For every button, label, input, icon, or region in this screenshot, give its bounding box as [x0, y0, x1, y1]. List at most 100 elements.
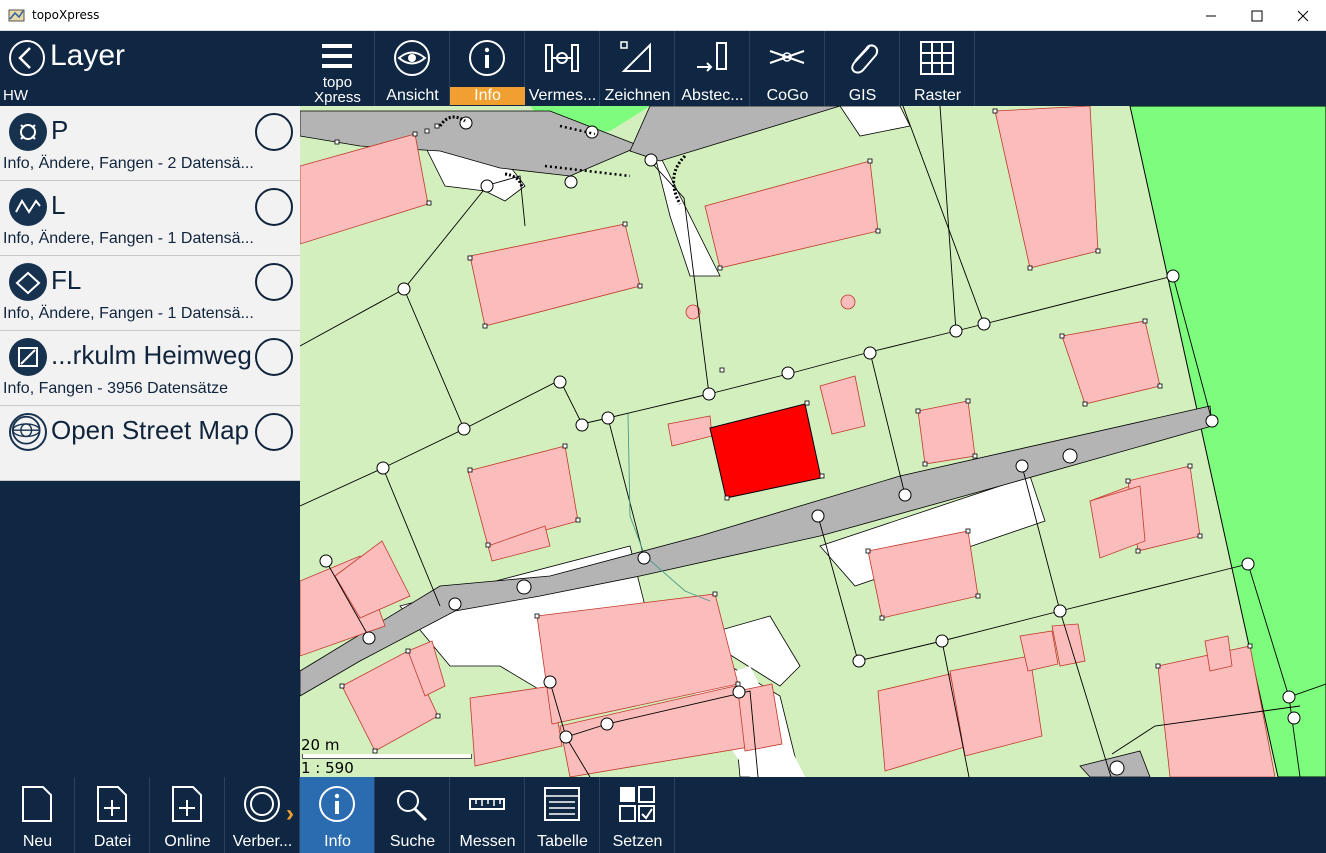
layer-name: L [51, 190, 66, 220]
toolbar-label: Info [450, 87, 525, 105]
table-icon [544, 787, 580, 821]
cogo-button[interactable]: CoGo [750, 31, 825, 106]
abstecken-button[interactable]: Abstec... [675, 31, 750, 106]
zeichnen-button[interactable]: Zeichnen [600, 31, 675, 106]
minimize-icon [1206, 15, 1216, 16]
toolbar-label: Xpress [314, 90, 361, 105]
close-button[interactable] [1280, 0, 1326, 31]
maximize-button[interactable] [1234, 0, 1280, 31]
panel-subtitle: HW [3, 87, 28, 104]
info-button[interactable]: Info [300, 777, 375, 853]
layer-desc: Info, Ändere, Fangen - 1 Datensä... [3, 305, 254, 322]
layer-desc: Info, Ändere, Fangen - 2 Datensä... [3, 155, 254, 172]
panel-empty-area [0, 481, 300, 777]
scale-distance: 20 m [301, 736, 340, 754]
settings-grid-icon [619, 786, 655, 822]
info-icon [319, 786, 355, 822]
bottom-toolbar: Neu Datei Online Verber... Info Suche Me… [0, 777, 1326, 853]
toolbar-label: CoGo [766, 87, 809, 104]
raster-button[interactable]: Raster [900, 31, 975, 106]
layer-visibility-radio[interactable] [255, 113, 293, 151]
layer-name: Open Street Map [51, 415, 249, 445]
add-file-icon [97, 786, 127, 822]
back-arrow-icon[interactable] [8, 39, 46, 77]
layer-name: ...rkulm Heimweg [51, 340, 252, 370]
layer-panel-header: Layer HW [0, 31, 300, 106]
maximize-icon [1251, 10, 1263, 21]
survey-icon [545, 44, 579, 72]
toolbar-label: Suche [389, 833, 436, 850]
toolbar-label: Datei [93, 833, 132, 850]
visibility-circle-icon [244, 786, 280, 822]
table-button[interactable]: Tabelle [525, 777, 600, 853]
toolbar-label: Ansicht [386, 87, 439, 104]
draw-icon [620, 41, 651, 72]
new-document-icon [22, 786, 52, 822]
toolbar-label: Setzen [612, 833, 663, 850]
toolbar-label: Neu [22, 833, 53, 850]
layer-name: FL [51, 265, 82, 295]
toolbar-label: Abstec... [681, 87, 744, 104]
toolbar-label: Raster [913, 87, 962, 104]
panel-title: Layer [50, 39, 126, 72]
toolbar-label: Vermes... [528, 87, 597, 104]
info-tool-button[interactable]: Info [450, 31, 525, 106]
eye-icon [394, 40, 430, 76]
toolbar-label: topo [322, 75, 353, 90]
toolbar-label: GIS [848, 87, 877, 104]
online-button[interactable]: Online [150, 777, 225, 853]
layer-desc: Info, Ändere, Fangen - 1 Datensä... [3, 230, 254, 247]
area-layer-icon [9, 263, 47, 301]
add-online-icon [172, 786, 202, 822]
map-canvas[interactable] [300, 106, 1326, 777]
line-layer-icon [9, 188, 47, 226]
toolbar-label: Zeichnen [604, 87, 671, 104]
info-icon [469, 40, 505, 76]
map-drawing [300, 106, 1326, 777]
search-icon [397, 790, 428, 822]
hamburger-icon [322, 44, 352, 68]
topoxpress-menu-button[interactable]: topo Xpress [300, 31, 375, 106]
layer-desc: Info, Fangen - 3956 Datensätze [3, 380, 229, 397]
layer-item-l[interactable]: L Info, Ändere, Fangen - 1 Datensä... [0, 181, 300, 256]
toolbar-label: Info [324, 833, 351, 850]
gis-button[interactable]: GIS [825, 31, 900, 106]
globe-icon [9, 413, 47, 451]
close-icon [1297, 10, 1309, 21]
app-icon [8, 9, 25, 22]
title-bar: topoXpress [0, 0, 1326, 31]
window-title: topoXpress [32, 8, 100, 22]
layer-visibility-radio[interactable] [255, 413, 293, 451]
stakeout-icon [697, 42, 727, 72]
drawing-layer-icon [9, 338, 47, 376]
grid-icon [920, 41, 954, 75]
layer-item-p[interactable]: P Info, Ändere, Fangen - 2 Datensä... [0, 106, 300, 181]
minimize-button[interactable] [1188, 0, 1234, 31]
paperclip-icon [851, 44, 879, 74]
layer-visibility-radio[interactable] [255, 338, 293, 376]
ruler-icon [469, 798, 505, 810]
settings-button[interactable]: Setzen [600, 777, 675, 853]
search-button[interactable]: Suche [375, 777, 450, 853]
toolbar-label: Messen [459, 833, 516, 850]
toolbar-label: Verber... [232, 833, 293, 850]
layer-visibility-radio[interactable] [255, 188, 293, 226]
layer-visibility-radio[interactable] [255, 263, 293, 301]
selected-building [709, 403, 822, 499]
ansicht-button[interactable]: Ansicht [375, 31, 450, 106]
toolbar-label: Tabelle [537, 833, 588, 850]
file-button[interactable]: Datei [75, 777, 150, 853]
toolbar-label: Online [164, 833, 211, 850]
layer-item-fl[interactable]: FL Info, Ändere, Fangen - 1 Datensä... [0, 256, 300, 331]
cogo-icon [769, 50, 805, 64]
measure-button[interactable]: Messen [450, 777, 525, 853]
vermessung-button[interactable]: Vermes... [525, 31, 600, 106]
layer-list: P Info, Ändere, Fangen - 2 Datensä... L … [0, 106, 300, 481]
layer-name: P [51, 115, 69, 145]
layer-item-heimweg[interactable]: ...rkulm Heimweg Info, Fangen - 3956 Dat… [0, 331, 300, 406]
more-arrow-icon[interactable]: › [286, 800, 294, 828]
layer-item-osm[interactable]: Open Street Map [0, 406, 300, 481]
new-button[interactable]: Neu [0, 777, 75, 853]
point-layer-icon [9, 113, 47, 151]
top-toolbar: topo Xpress Ansicht Info Vermes... Zeich… [300, 31, 1326, 106]
